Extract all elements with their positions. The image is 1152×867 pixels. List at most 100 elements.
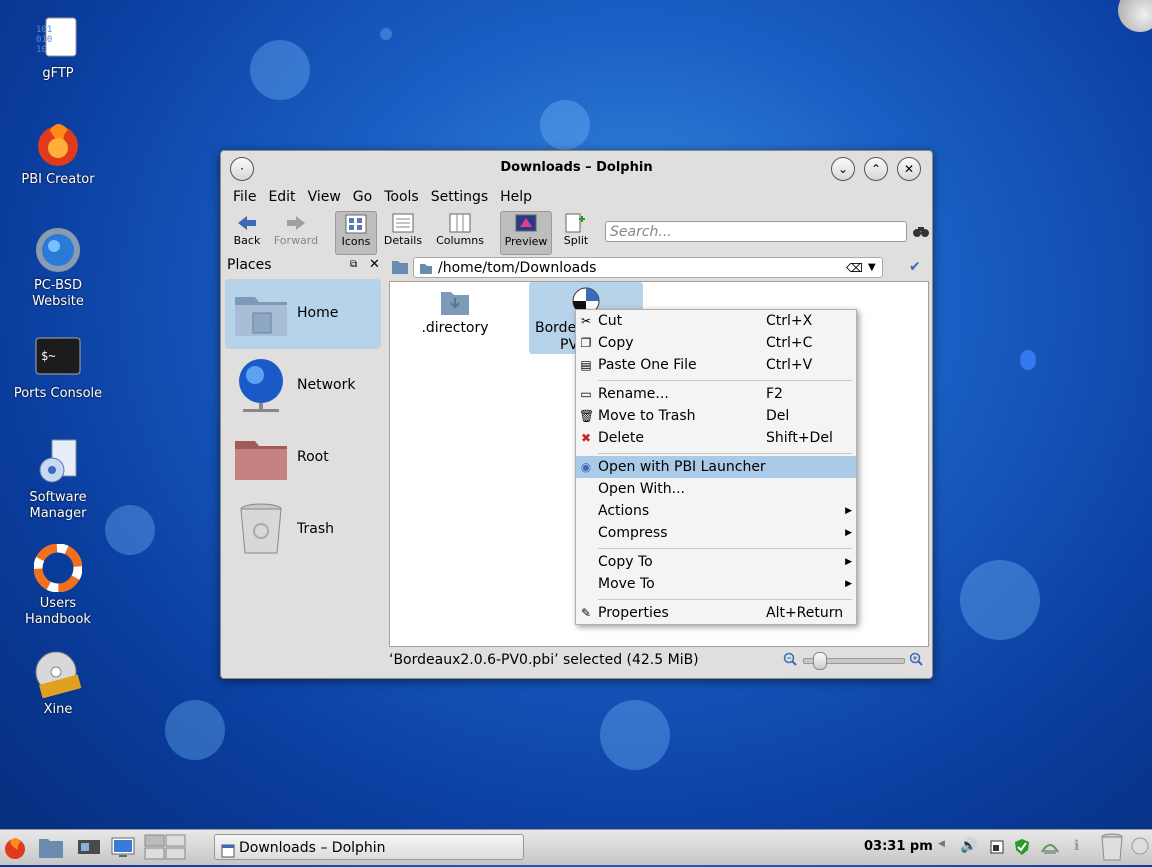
menu-item-compress[interactable]: Compress ▶: [576, 522, 856, 544]
file-manager-icon[interactable]: [38, 834, 64, 860]
split-button[interactable]: Split: [559, 211, 593, 253]
back-label: Back: [233, 234, 261, 247]
desktop-icon-label: gFTP: [42, 66, 74, 81]
show-desktop-icon[interactable]: [110, 834, 136, 860]
menu-item-actions[interactable]: Actions ▶: [576, 500, 856, 522]
taskbar-task-dolphin[interactable]: Downloads – Dolphin: [214, 834, 524, 860]
preview-label: Preview: [504, 235, 548, 248]
menu-item-move-to[interactable]: Move To ▶: [576, 573, 856, 595]
wallpaper-bokeh: [1020, 350, 1036, 370]
back-button[interactable]: Back: [231, 211, 263, 253]
columns-view-button[interactable]: Columns: [433, 211, 487, 253]
icons-view-icon: [345, 214, 367, 234]
menu-item-open-with-pbi-launcher[interactable]: ◉ Open with PBI Launcher: [576, 456, 856, 478]
desktop-icon-pbi-creator[interactable]: PBI Creator: [8, 120, 108, 188]
menu-view[interactable]: View: [302, 186, 347, 208]
window-titlebar[interactable]: · Downloads – Dolphin ⌄ ⌃ ✕: [221, 151, 932, 185]
forward-button[interactable]: Forward: [273, 211, 319, 253]
submenu-arrow-icon: ▶: [845, 528, 852, 538]
submenu-arrow-icon: ▶: [845, 557, 852, 567]
desktop-icon-software-manager[interactable]: Software Manager: [8, 438, 108, 522]
path-dropdown-icon[interactable]: ▼: [868, 258, 876, 278]
place-home[interactable]: Home: [225, 279, 381, 349]
menu-item-label: Paste One File: [598, 357, 697, 373]
klipper-icon[interactable]: [990, 840, 1004, 854]
root-folder-icon: [233, 429, 289, 485]
details-view-button[interactable]: Details: [383, 211, 423, 253]
delete-x-icon: ✖: [580, 431, 592, 445]
zoom-out-icon[interactable]: [783, 652, 797, 666]
menu-item-rename[interactable]: ▭ Rename... F2: [576, 383, 856, 405]
wallpaper-bokeh: [105, 505, 155, 555]
desktop-icon-gftp[interactable]: 101 010 10 gFTP: [8, 14, 108, 82]
menu-tools[interactable]: Tools: [378, 186, 425, 208]
place-root[interactable]: Root: [225, 423, 381, 493]
minimize-button[interactable]: ⌄: [831, 157, 855, 181]
menu-item-label: Compress: [598, 525, 668, 541]
start-menu-icon[interactable]: [2, 834, 28, 860]
preview-button[interactable]: Preview: [500, 211, 552, 255]
path-folder-icon: [419, 261, 433, 274]
menu-item-delete[interactable]: ✖ Delete Shift+Del: [576, 427, 856, 449]
menu-help[interactable]: Help: [494, 186, 538, 208]
menu-item-properties[interactable]: ✎ Properties Alt+Return: [576, 602, 856, 624]
place-network[interactable]: Network: [225, 351, 381, 421]
path-text: /home/tom/Downloads: [438, 260, 597, 276]
panel-toolbox-icon[interactable]: [1130, 836, 1150, 856]
icons-view-button[interactable]: Icons: [335, 211, 377, 255]
menu-go[interactable]: Go: [347, 186, 378, 208]
forward-arrow-icon: [285, 213, 307, 233]
menu-separator: [598, 453, 852, 454]
zoom-slider[interactable]: [803, 652, 905, 670]
clock[interactable]: 03:31 pm: [864, 839, 933, 854]
menu-edit[interactable]: Edit: [262, 186, 301, 208]
desktop-icon-users-handbook[interactable]: Users Handbook: [8, 543, 108, 628]
volume-icon[interactable]: 🔊: [960, 838, 977, 854]
menu-file[interactable]: File: [227, 186, 262, 208]
menu-separator: [598, 380, 852, 381]
software-manager-icon: [34, 438, 82, 486]
menu-item-cut[interactable]: ✂ Cut Ctrl+X: [576, 310, 856, 332]
file-name: Borde: [535, 320, 577, 336]
desktop-icon-label: PC-BSD Website: [32, 278, 84, 309]
system-settings-icon[interactable]: [76, 834, 102, 860]
info-icon[interactable]: ℹ: [1074, 838, 1079, 854]
pager[interactable]: [144, 834, 186, 860]
desktop-icon-ports-console[interactable]: $~ Ports Console: [8, 334, 108, 402]
close-button[interactable]: ✕: [897, 157, 921, 181]
folder-toggle-icon[interactable]: [391, 259, 409, 275]
security-shield-icon[interactable]: [1014, 838, 1030, 856]
tray-expand-icon[interactable]: ◀: [938, 839, 945, 849]
zoom-in-icon[interactable]: [909, 652, 923, 666]
close-panel-icon[interactable]: ✕: [369, 257, 380, 272]
maximize-button[interactable]: ⌃: [864, 157, 888, 181]
desktop-toolbox-icon[interactable]: [1118, 0, 1152, 32]
clear-path-icon[interactable]: ⌫: [846, 258, 863, 278]
network-status-icon[interactable]: [1040, 836, 1060, 856]
path-input[interactable]: /home/tom/Downloads ⌫ ▼: [413, 257, 883, 278]
pbi-launcher-icon: ◉: [580, 460, 592, 474]
zoom-slider-handle[interactable]: [813, 652, 827, 670]
svg-text:101: 101: [36, 25, 52, 35]
place-label: Root: [297, 449, 329, 465]
file-item-directory[interactable]: .directory: [410, 288, 500, 336]
confirm-path-icon[interactable]: ✔: [909, 259, 921, 275]
menu-item-move-to-trash[interactable]: 🗑 Move to Trash Del: [576, 405, 856, 427]
search-input[interactable]: Search...: [605, 221, 907, 242]
undock-icon[interactable]: ⧉: [350, 259, 357, 270]
globe-gear-icon: [34, 226, 82, 274]
menu-settings[interactable]: Settings: [425, 186, 494, 208]
location-bar: /home/tom/Downloads ⌫ ▼ ✔: [389, 257, 929, 279]
desktop-icon-xine[interactable]: Xine: [8, 650, 108, 718]
place-trash[interactable]: Trash: [225, 495, 381, 565]
menu-item-copy[interactable]: ❐ Copy Ctrl+C: [576, 332, 856, 354]
wallpaper-bokeh: [600, 700, 670, 770]
desktop-icon-pc-bsd-website[interactable]: PC-BSD Website: [8, 226, 108, 310]
menu-item-copy-to[interactable]: Copy To ▶: [576, 551, 856, 573]
taskbar-trash-icon[interactable]: [1100, 833, 1124, 861]
menu-item-shortcut: Ctrl+C: [766, 335, 813, 351]
desktop-icon-label: Software Manager: [29, 490, 87, 521]
menu-item-open-with[interactable]: Open With...: [576, 478, 856, 500]
search-binoculars-icon[interactable]: [913, 223, 929, 239]
menu-item-paste[interactable]: ▤ Paste One File Ctrl+V: [576, 354, 856, 376]
